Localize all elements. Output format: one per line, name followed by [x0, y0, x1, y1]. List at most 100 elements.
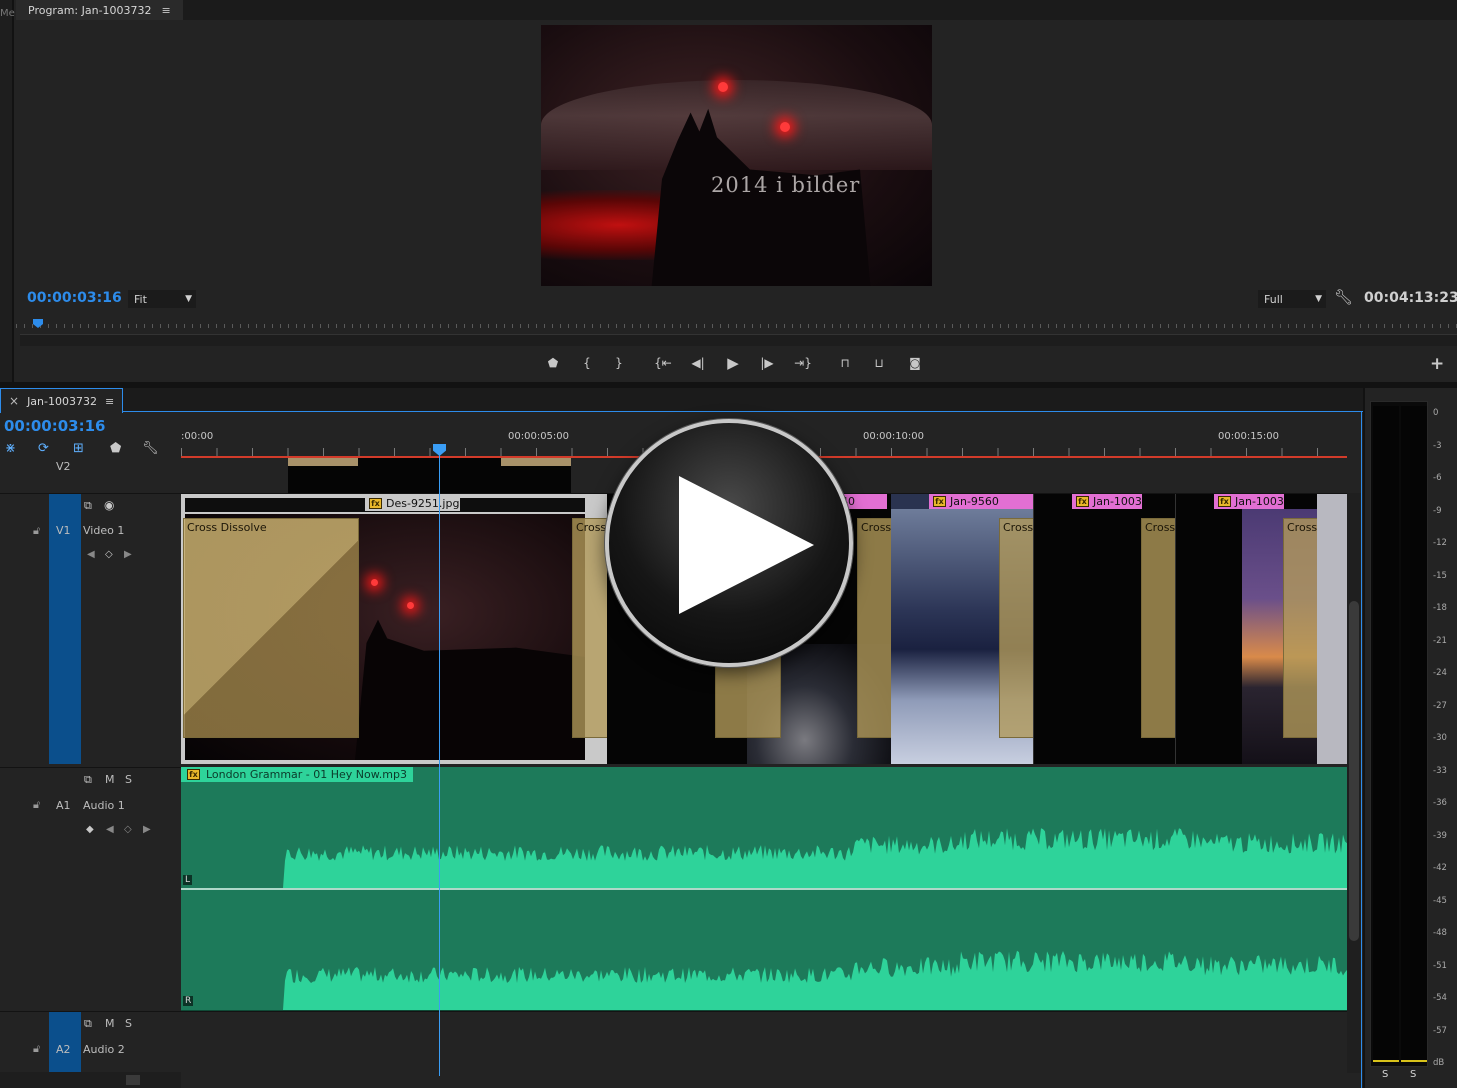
go-to-in-icon[interactable]: {⇤	[652, 353, 674, 373]
track-v1-header: 🔓︎ V1 ⧉ ◉ Video 1 ◀ ◇ ▶	[0, 493, 181, 765]
scrollbar-thumb[interactable]	[1349, 601, 1359, 941]
keyframe-icon[interactable]: ◇	[124, 824, 132, 835]
scrollbar-thumb[interactable]	[126, 1075, 140, 1085]
left-panel-edge: Me	[0, 0, 15, 382]
left-channel-tag: L	[183, 875, 193, 885]
export-frame-icon[interactable]: ◙	[904, 353, 926, 373]
hamburger-icon[interactable]: ≡	[162, 4, 171, 17]
program-preview-frame[interactable]: 2014 i bilder	[541, 25, 932, 286]
meter-scale-label: -57	[1433, 1025, 1447, 1036]
wrench-icon[interactable]: 🔧︎	[1334, 288, 1353, 306]
lift-icon[interactable]: ⊓	[834, 353, 856, 373]
meter-scale-label: -42	[1433, 863, 1447, 873]
timeline-vertical-scrollbar[interactable]	[1347, 493, 1361, 1073]
program-current-time[interactable]: 00:00:03:16	[27, 290, 122, 306]
mark-in-icon[interactable]: {	[576, 353, 598, 373]
sequence-tab[interactable]: × Jan-1003732 ≡	[0, 388, 124, 413]
program-controls: 00:00:03:16 Fit ▼ Full ▼ 🔧︎ 00:04:13:23 …	[16, 286, 1457, 382]
track-a2-area[interactable]	[181, 1011, 1347, 1073]
audio-waveform	[181, 828, 1347, 1010]
zoom-level-select[interactable]: Fit ▼	[128, 290, 196, 308]
step-forward-icon[interactable]: |▶	[756, 353, 778, 373]
track-a1-chip-label[interactable]: A1	[56, 799, 71, 812]
preview-red-light	[718, 82, 728, 92]
lock-icon[interactable]: 🔓︎	[33, 798, 40, 812]
v2-clip-transition	[501, 458, 571, 466]
track-a2-chip-label: A2	[56, 1043, 71, 1056]
meter-well	[1370, 401, 1428, 1067]
chevron-down-icon: ▼	[1315, 294, 1322, 304]
meter-scale-label: -54	[1433, 993, 1447, 1003]
waveform-left-channel	[181, 828, 1347, 888]
snap-icon[interactable]: ⋇	[5, 441, 16, 456]
mute-button[interactable]: M	[105, 1017, 115, 1030]
big-play-icon[interactable]	[605, 419, 853, 667]
track-a1-header: ⧉ M S 🔓︎ A1 Audio 1 ◆ ◀ ◇ ▶	[0, 767, 181, 1011]
toggle-sync-lock-icon[interactable]: ⧉	[84, 773, 92, 787]
track-a2-target[interactable]: A2	[49, 1012, 81, 1074]
prev-keyframe-icon[interactable]: ◀	[106, 824, 114, 835]
keyframe-icon[interactable]: ◇	[105, 549, 113, 560]
meter-scale-label: 0	[1433, 408, 1439, 418]
lock-icon[interactable]: 🔓︎	[33, 524, 40, 538]
next-keyframe-icon[interactable]: ▶	[124, 549, 132, 560]
v2-clip-transition	[288, 458, 358, 466]
timeline-horizontal-scrollbar[interactable]	[0, 1072, 181, 1088]
thumb-red-light	[371, 579, 378, 586]
wrench-icon[interactable]: 🔧︎	[142, 441, 159, 456]
marker-icon[interactable]: ⬟	[110, 441, 121, 456]
chevron-down-icon: ▼	[185, 294, 192, 304]
video-clip[interactable]: fx Des-9251.jpg Cross Dissolve	[181, 494, 607, 764]
program-time-ruler[interactable]	[16, 318, 1457, 328]
timeline-focus-border	[1361, 412, 1362, 1088]
transition-cross-dissolve[interactable]: Cross Dissolve	[183, 518, 359, 738]
meter-scale-label: -9	[1433, 505, 1442, 516]
extract-icon[interactable]: ⊔	[868, 353, 890, 373]
track-v1-target[interactable]: V1	[49, 494, 81, 764]
step-back-icon[interactable]: ◀|	[687, 353, 709, 373]
eye-icon[interactable]: ◉	[104, 498, 114, 512]
close-icon[interactable]: ×	[9, 394, 19, 408]
thumb-dog-silhouette	[355, 619, 585, 760]
hamburger-icon[interactable]: ≡	[105, 395, 114, 408]
prev-keyframe-icon[interactable]: ◀	[87, 549, 95, 560]
clip-name: Des-9251.jpg	[386, 497, 460, 510]
program-zoom-scrollbar[interactable]	[20, 334, 1457, 346]
add-marker-tool-icon[interactable]: ⊞	[73, 441, 84, 456]
clip-label: fx Jan-1003	[1072, 494, 1142, 509]
toggle-sync-lock-icon[interactable]: ⧉	[84, 499, 92, 513]
meter-solo-left-button[interactable]: S	[1382, 1069, 1388, 1080]
track-v2-label: V2	[56, 460, 71, 473]
meter-scale-label: -27	[1433, 700, 1447, 711]
button-editor-button[interactable]: +	[1430, 354, 1444, 374]
audio-clip[interactable]: fx London Grammar - 01 Hey Now.mp3 L R	[181, 767, 1347, 1011]
play-icon[interactable]: ▶	[722, 353, 744, 373]
linked-selection-icon[interactable]: ⟳	[38, 441, 49, 456]
meter-scale-label: -51	[1433, 960, 1447, 971]
audio-meters-panel: 0 -3 -6 -9 -12 -15 -18 -21 -24 -27 -30 -33 -36 -39 -42…	[1363, 388, 1457, 1088]
toggle-sync-lock-icon[interactable]: ⧉	[84, 1017, 92, 1031]
meter-scale-label: -15	[1433, 570, 1447, 581]
program-tab[interactable]: Program: Jan-1003732 ≡	[16, 0, 183, 20]
lock-icon[interactable]: 🔓︎	[33, 1042, 40, 1056]
go-to-out-icon[interactable]: ⇥}	[792, 353, 814, 373]
timeline-header: 00:00:03:16 ⋇ ⟳ ⊞ ⬟ 🔧︎ V2	[0, 412, 181, 492]
solo-button[interactable]: S	[125, 773, 132, 786]
track-a2-header: ⧉ M S 🔓︎ A2 Audio 2	[0, 1011, 181, 1074]
clip-label: fx Jan-1003	[1214, 494, 1284, 509]
program-tab-bar: Program: Jan-1003732 ≡	[16, 0, 1457, 20]
track-v1-name: Video 1	[83, 524, 125, 537]
fx-badge-icon: fx	[1076, 496, 1089, 507]
playback-resolution-select[interactable]: Full ▼	[1258, 290, 1326, 308]
meter-solo-right-button[interactable]: S	[1410, 1069, 1416, 1080]
add-keyframe-icon[interactable]: ◆	[86, 824, 94, 835]
clip-label: fx Des-9251.jpg	[365, 496, 460, 511]
mark-out-icon[interactable]: }	[608, 353, 630, 373]
timeline-current-time[interactable]: 00:00:03:16	[4, 417, 106, 435]
solo-button[interactable]: S	[125, 1017, 132, 1030]
v2-clip[interactable]	[288, 458, 571, 493]
mute-button[interactable]: M	[105, 773, 115, 786]
marker-icon[interactable]: ⬟	[542, 353, 564, 373]
next-keyframe-icon[interactable]: ▶	[143, 824, 151, 835]
timeline-playhead-line[interactable]	[439, 450, 440, 1076]
